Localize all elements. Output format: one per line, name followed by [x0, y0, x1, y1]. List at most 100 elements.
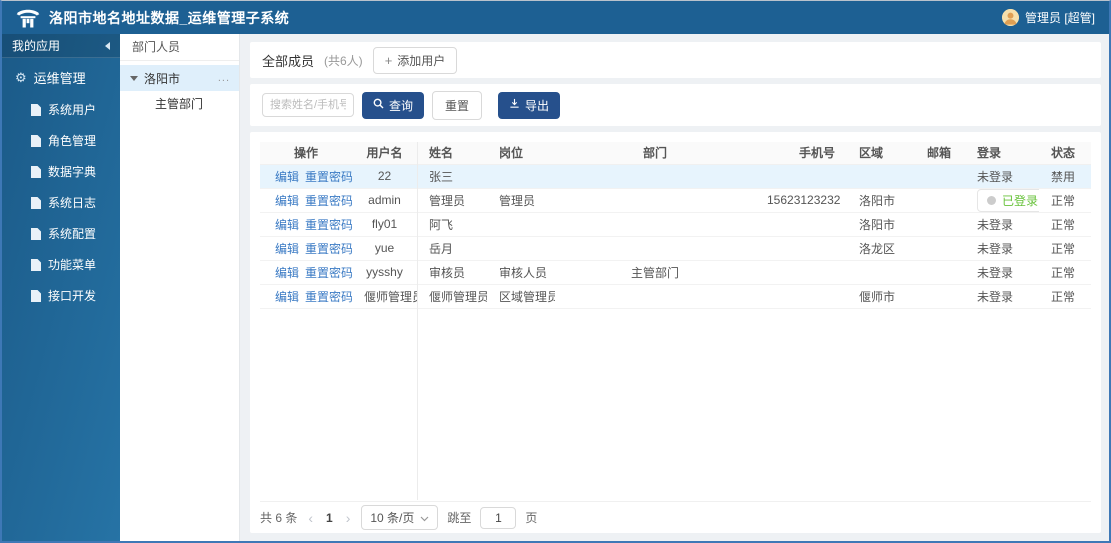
query-button[interactable]: 查询 [362, 91, 425, 119]
sidebar-item-role-management[interactable]: 角色管理 [2, 125, 120, 156]
edit-link[interactable]: 编辑 [275, 290, 299, 304]
cell-dept [555, 164, 755, 189]
document-icon [31, 227, 41, 240]
cell-username: yue [352, 236, 417, 261]
cell-name: 管理员 [417, 188, 487, 213]
reset-password-link[interactable]: 重置密码 [305, 266, 352, 280]
table-row[interactable]: 编辑重置密码删除fly01阿飞 洛阳市 未登录正常 [260, 212, 1091, 237]
sidebar-item-system-logs[interactable]: 系统日志 [2, 187, 120, 218]
login-status-badge[interactable]: 已登录 [977, 188, 1039, 211]
reset-password-link[interactable]: 重置密码 [305, 290, 352, 304]
department-panel-title: 部门人员 [120, 34, 239, 61]
cell-region [847, 260, 915, 285]
cell-post [487, 212, 555, 237]
reset-button[interactable]: 重置 [432, 90, 483, 120]
search-bar: 查询 重置 导出 [250, 84, 1101, 126]
next-page-button[interactable]: › [344, 511, 353, 525]
column-header-username: 用户名 [352, 142, 417, 165]
cell-post: 审核人员 [487, 260, 555, 285]
cell-post [487, 164, 555, 189]
cell-login: 未登录 [965, 284, 1039, 309]
cell-status: 正常 [1039, 212, 1091, 237]
cell-actions: 编辑重置密码删除 [260, 284, 352, 309]
cell-login: 已登录 [965, 188, 1039, 213]
table-row[interactable]: 编辑重置密码删除22张三 未登录禁用 [260, 164, 1091, 189]
sidebar-item-data-dictionary[interactable]: 数据字典 [2, 156, 120, 187]
pagination-total: 共 6 条 [260, 511, 298, 525]
tree-node-supervising-dept[interactable]: 主管部门 [120, 91, 239, 117]
reset-password-link[interactable]: 重置密码 [305, 170, 352, 184]
caret-down-icon [130, 75, 138, 81]
reset-password-link[interactable]: 重置密码 [305, 194, 352, 208]
sidebar-item-function-menu[interactable]: 功能菜单 [2, 249, 120, 280]
fixed-column-divider [417, 142, 418, 500]
cell-name: 审核员 [417, 260, 487, 285]
cell-post: 管理员 [487, 188, 555, 213]
sidebar-item-label: 接口开发 [48, 289, 97, 303]
edit-link[interactable]: 编辑 [275, 242, 299, 256]
department-panel: 部门人员 洛阳市 ... 主管部门 [120, 34, 240, 541]
cell-phone [755, 284, 847, 309]
edit-link[interactable]: 编辑 [275, 266, 299, 280]
edit-link[interactable]: 编辑 [275, 194, 299, 208]
cell-status: 正常 [1039, 188, 1091, 213]
current-page-number[interactable]: 1 [324, 511, 335, 525]
sidebar-item-label: 系统用户 [48, 103, 97, 117]
user-menu[interactable]: 管理员 [超管] [1001, 9, 1095, 26]
members-count: (共6人) [324, 53, 363, 68]
search-icon [373, 98, 384, 112]
cell-actions: 编辑重置密码删除 [260, 212, 352, 237]
sidebar-item-label: 数据字典 [48, 165, 97, 179]
prev-page-button[interactable]: ‹ [306, 511, 315, 525]
document-icon [31, 103, 41, 116]
cell-status: 正常 [1039, 236, 1091, 261]
document-icon [31, 165, 41, 178]
cell-login: 未登录 [965, 212, 1039, 237]
cell-region: 洛龙区 [847, 236, 915, 261]
sidebar-group-ops-management[interactable]: ⚙ 运维管理 [2, 58, 120, 94]
sidebar-section-title: 我的应用 [12, 39, 61, 53]
search-input[interactable] [262, 93, 354, 117]
export-icon [509, 98, 520, 112]
cell-login: 未登录 [965, 260, 1039, 285]
column-header-region: 区域 [847, 142, 915, 165]
more-icon[interactable]: ... [218, 72, 230, 84]
sidebar-item-label: 功能菜单 [48, 258, 97, 272]
page-size-select[interactable]: 10 条/页 [361, 505, 439, 530]
jump-page-input[interactable] [480, 506, 517, 529]
sidebar-item-system-users[interactable]: 系统用户 [2, 94, 120, 125]
cell-actions: 编辑重置密码删除 [260, 260, 352, 285]
column-header-email: 邮箱 [915, 142, 965, 165]
cell-name: 岳月 [417, 236, 487, 261]
column-header-actions: 操作 [260, 142, 352, 165]
cell-phone [755, 164, 847, 189]
tree-node-luoyang[interactable]: 洛阳市 ... [120, 65, 239, 91]
table-row[interactable]: 编辑重置密码删除偃师管理员偃师管理员区域管理员偃师市未登录正常 [260, 284, 1091, 309]
table-row[interactable]: 编辑重置密码删除admin管理员管理员15623123232洛阳市已登录正常 [260, 188, 1091, 213]
status-dot-icon [987, 195, 996, 205]
cell-email [915, 164, 965, 189]
sidebar-item-system-config[interactable]: 系统配置 [2, 218, 120, 249]
edit-link[interactable]: 编辑 [275, 218, 299, 232]
export-button[interactable]: 导出 [498, 91, 561, 119]
cell-post [487, 236, 555, 261]
collapse-left-icon[interactable] [105, 41, 110, 50]
column-header-name: 姓名 [417, 142, 487, 165]
reset-password-link[interactable]: 重置密码 [305, 242, 352, 256]
sidebar-item-api-development[interactable]: 接口开发 [2, 280, 120, 311]
reset-password-link[interactable]: 重置密码 [305, 218, 352, 232]
members-toolbar: 全部成员 (共6人) + 添加用户 [250, 42, 1101, 78]
cell-actions: 编辑重置密码删除 [260, 164, 352, 189]
sidebar: 我的应用 ⚙ 运维管理 系统用户 角色管理 数据字典 系统日志 系统配置 功能菜… [2, 34, 120, 541]
document-icon [31, 289, 41, 302]
column-header-post: 岗位 [487, 142, 555, 165]
cell-region: 洛阳市 [847, 212, 915, 237]
add-user-button[interactable]: + 添加用户 [372, 46, 458, 74]
edit-link[interactable]: 编辑 [275, 170, 299, 184]
cell-actions: 编辑重置密码删除 [260, 236, 352, 261]
cell-dept [555, 212, 755, 237]
table-row[interactable]: 编辑重置密码删除yysshy审核员审核人员主管部门 未登录正常 [260, 260, 1091, 285]
table-row[interactable]: 编辑重置密码删除yue岳月 洛龙区 未登录正常 [260, 236, 1091, 261]
cell-status: 正常 [1039, 284, 1091, 309]
cell-dept [555, 236, 755, 261]
